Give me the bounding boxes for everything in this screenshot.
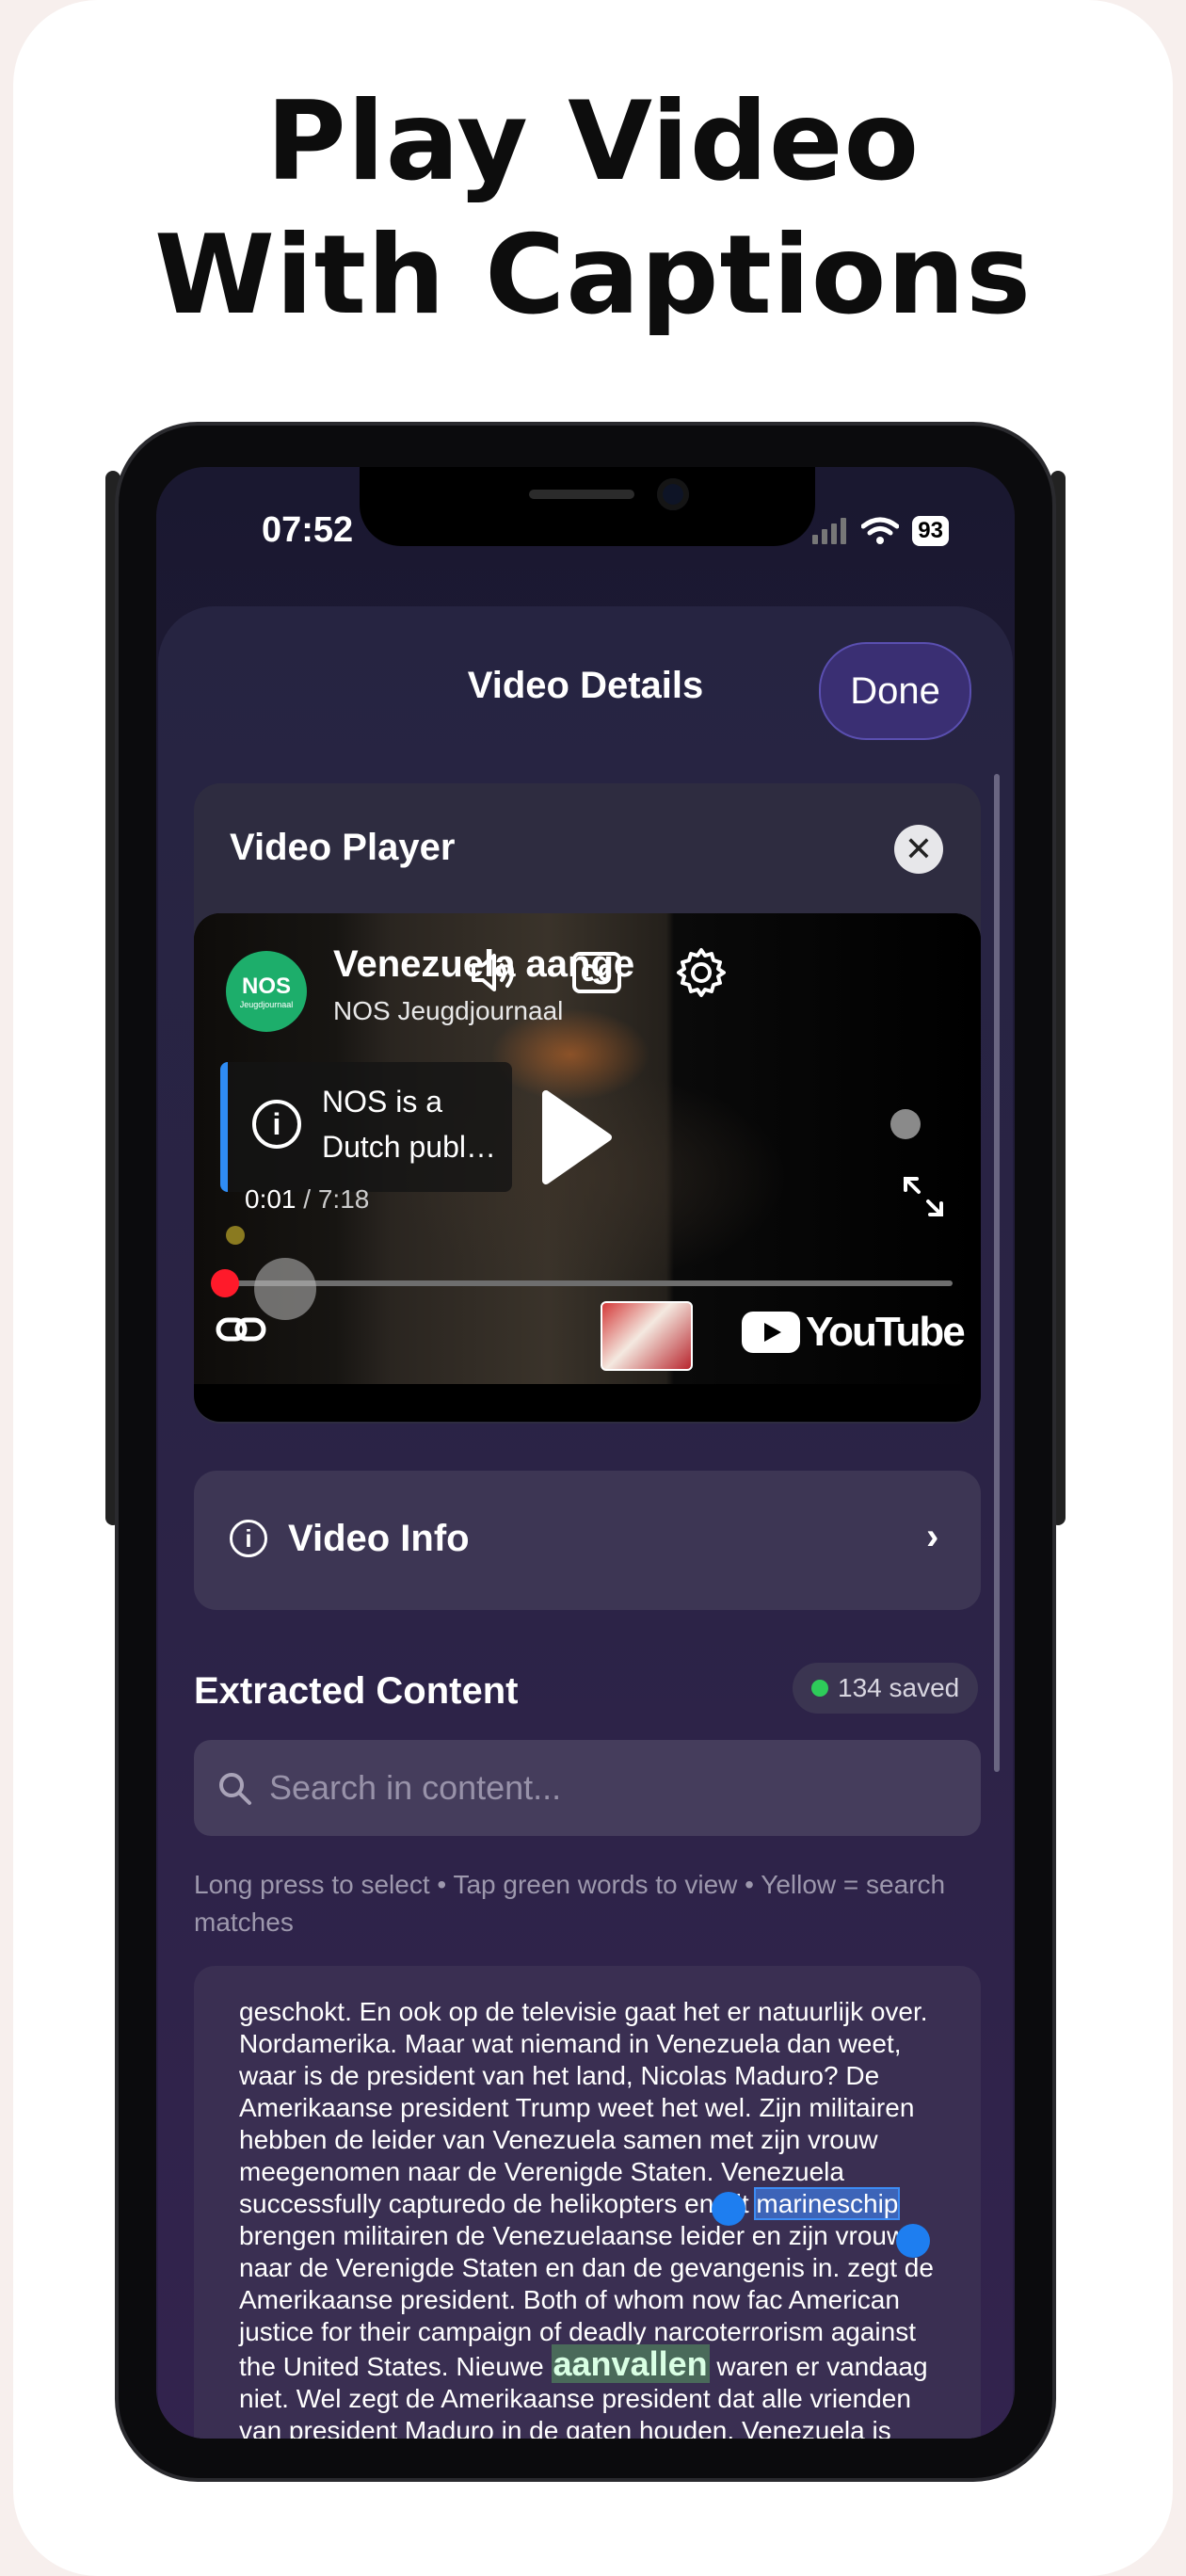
selection-start-handle[interactable] bbox=[712, 2192, 745, 2226]
info-card-text: NOS is a Dutch publ… bbox=[322, 1085, 496, 1164]
youtube-wordmark: YouTube bbox=[806, 1309, 966, 1355]
saved-count-text: 134 saved bbox=[838, 1673, 960, 1702]
transcript-text[interactable]: geschokt. En ook op de televisie gaat he… bbox=[239, 1996, 954, 2439]
signal-icon bbox=[812, 518, 847, 544]
play-button[interactable] bbox=[525, 1085, 619, 1190]
current-time: 0:01 bbox=[245, 1184, 296, 1214]
cc-icon bbox=[572, 952, 621, 993]
saved-count-badge: 134 saved bbox=[793, 1663, 979, 1714]
video-info-row[interactable]: i Video Info › bbox=[194, 1471, 981, 1610]
gear-icon bbox=[677, 948, 726, 997]
channel-logo-subtext: Jeugdjournaal bbox=[239, 1000, 294, 1009]
chevron-right-icon: › bbox=[926, 1516, 939, 1557]
extracted-text-card[interactable]: geschokt. En ook op de televisie gaat he… bbox=[194, 1966, 981, 2439]
speaker bbox=[529, 490, 634, 499]
info-icon: i bbox=[230, 1520, 267, 1557]
close-icon: ✕ bbox=[904, 829, 934, 868]
status-dot-icon bbox=[811, 1680, 828, 1697]
wifi-icon bbox=[861, 517, 900, 544]
phone-screen: 07:52 93 Video Details Done Video Player… bbox=[156, 467, 1015, 2439]
captions-button[interactable] bbox=[564, 940, 630, 1006]
search-icon bbox=[219, 1773, 251, 1805]
headline-line-1: Play Video bbox=[265, 78, 921, 205]
status-time: 07:52 bbox=[262, 510, 354, 550]
copy-link-button[interactable] bbox=[215, 1311, 267, 1353]
selection-end-handle[interactable] bbox=[896, 2224, 930, 2258]
content-search-input[interactable]: Search in content... bbox=[194, 1740, 981, 1836]
scrollbar[interactable] bbox=[994, 774, 1000, 1772]
play-icon bbox=[542, 1090, 612, 1184]
battery-indicator: 93 bbox=[912, 516, 949, 546]
saved-word-highlight[interactable]: aanvallen bbox=[551, 2344, 710, 2383]
youtube-logo[interactable]: YouTube bbox=[742, 1309, 966, 1356]
video-info-label: Video Info bbox=[288, 1518, 470, 1559]
speaker-icon bbox=[472, 954, 514, 991]
search-placeholder: Search in content... bbox=[269, 1768, 562, 1807]
usage-hint: Long press to select • Tap green words t… bbox=[194, 1870, 946, 1937]
settings-button[interactable] bbox=[668, 940, 734, 1006]
info-icon: i bbox=[252, 1100, 301, 1149]
overlay-dot bbox=[890, 1109, 921, 1139]
related-video-thumbnail[interactable] bbox=[601, 1301, 693, 1371]
progress-track[interactable] bbox=[222, 1280, 953, 1286]
transcript-segment[interactable]: geschokt. En ook op de televisie gaat he… bbox=[239, 1997, 928, 2218]
fullscreen-button[interactable] bbox=[902, 1175, 945, 1223]
camera bbox=[657, 478, 689, 510]
channel-name[interactable]: NOS Jeugdjournaal bbox=[333, 996, 563, 1026]
youtube-play-icon bbox=[742, 1312, 800, 1353]
done-button[interactable]: Done bbox=[819, 642, 971, 740]
chapter-marker bbox=[226, 1226, 245, 1245]
embedded-video[interactable]: NOS Jeugdjournaal Venezuela aange NOS Je… bbox=[194, 913, 981, 1422]
phone-side-right bbox=[1050, 471, 1066, 1525]
video-player-title: Video Player bbox=[230, 827, 456, 868]
time-display: 0:01 / 7:18 bbox=[245, 1184, 369, 1215]
duration: / 7:18 bbox=[303, 1184, 370, 1214]
info-card-overlay[interactable]: i NOS is a Dutch publ… bbox=[220, 1062, 512, 1192]
channel-avatar[interactable]: NOS Jeugdjournaal bbox=[226, 951, 307, 1032]
extracted-content-title: Extracted Content bbox=[194, 1670, 519, 1712]
video-details-sheet: Video Details Done Video Player ✕ NOS Je… bbox=[158, 606, 1013, 2439]
progress-scrubber[interactable] bbox=[211, 1269, 239, 1297]
channel-logo-text: NOS bbox=[241, 974, 291, 999]
close-player-button[interactable]: ✕ bbox=[894, 825, 943, 874]
video-player-card: Video Player ✕ NOS Jeugdjournaal Venezue… bbox=[194, 783, 981, 1424]
headline-line-2: With Captions bbox=[153, 212, 1033, 339]
volume-button[interactable] bbox=[459, 940, 525, 1006]
expand-icon bbox=[904, 1177, 943, 1216]
notch bbox=[360, 467, 815, 546]
link-icon bbox=[216, 1317, 266, 1342]
status-icons: 93 bbox=[810, 516, 949, 546]
headline: Play Video With Captions bbox=[0, 75, 1186, 343]
selected-word[interactable]: marineschip bbox=[754, 2187, 901, 2220]
